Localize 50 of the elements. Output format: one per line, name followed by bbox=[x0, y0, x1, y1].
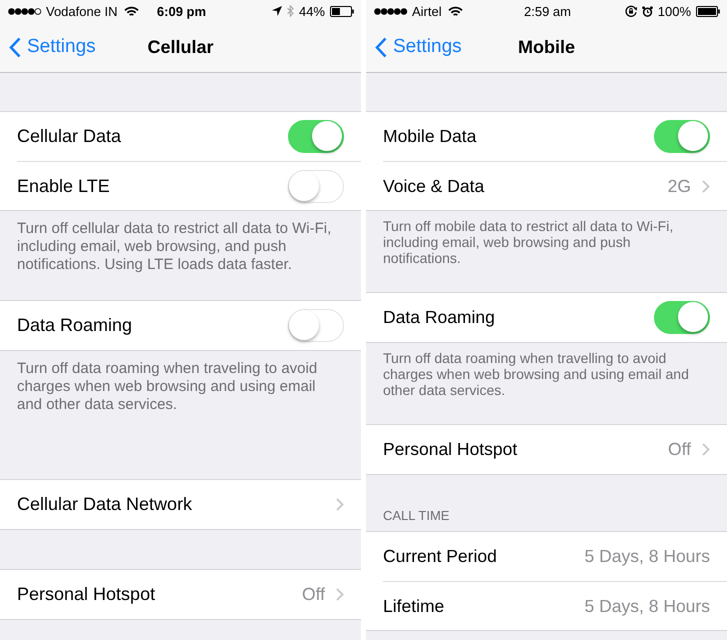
row-label: Personal Hotspot bbox=[383, 439, 518, 460]
carrier-name: Airtel bbox=[412, 4, 442, 18]
row-label: Cellular Data Network bbox=[17, 494, 194, 515]
back-button[interactable]: Settings bbox=[366, 36, 462, 58]
chevron-left-icon bbox=[9, 36, 21, 58]
battery-icon bbox=[696, 6, 721, 16]
row-label: Current Period bbox=[383, 546, 498, 567]
carrier-name: Vodafone IN bbox=[46, 4, 118, 18]
chevron-right-icon bbox=[336, 588, 344, 601]
row-value: 2G bbox=[668, 176, 691, 196]
row-label: Lifetime bbox=[383, 596, 446, 616]
row-value: Off bbox=[302, 584, 325, 605]
back-button[interactable]: Settings bbox=[0, 36, 96, 58]
chevron-right-icon bbox=[702, 443, 710, 456]
row-label: Voice & Data bbox=[383, 176, 486, 196]
chevron-right-icon bbox=[336, 498, 344, 511]
location-arrow-icon bbox=[272, 6, 282, 16]
rotation-lock-icon bbox=[624, 5, 637, 17]
screen-title: Mobile bbox=[518, 36, 575, 58]
wifi-icon bbox=[448, 6, 463, 16]
row-label: Cellular Data bbox=[17, 126, 122, 147]
row-value: 5 Days, 8 Hours bbox=[584, 596, 710, 616]
toggle-switch[interactable] bbox=[288, 309, 344, 342]
toggle-switch[interactable] bbox=[288, 120, 344, 153]
toggle-switch[interactable] bbox=[654, 120, 710, 153]
alarm-clock-icon bbox=[642, 6, 653, 16]
section-header: CALL TIME bbox=[382, 508, 450, 525]
toggle-switch[interactable] bbox=[288, 170, 344, 202]
footer-note: Turn off mobile data to restrict all data to Wi-Fi, including email, web browsing and push notifications. bbox=[382, 217, 674, 268]
toggle-switch[interactable] bbox=[654, 301, 710, 334]
row-label: Personal Hotspot bbox=[17, 584, 156, 605]
battery-icon bbox=[330, 6, 355, 16]
row-value: 5 Days, 8 Hours bbox=[584, 546, 710, 567]
footer-note: Turn off data roaming when travelling to avoid charges when web browsing and using email and other data services. bbox=[382, 349, 690, 400]
row-label: Data Roaming bbox=[17, 315, 134, 336]
row-label: Enable LTE bbox=[17, 176, 111, 196]
status-time: 6:09 pm bbox=[156, 4, 206, 18]
row-value: Off bbox=[668, 439, 691, 460]
wifi-icon bbox=[124, 6, 139, 16]
chevron-left-icon bbox=[375, 36, 387, 58]
bluetooth-icon bbox=[286, 5, 294, 17]
screen-title: Cellular bbox=[147, 36, 214, 58]
status-time: 2:59 am bbox=[524, 4, 571, 18]
row-label: Data Roaming bbox=[383, 307, 496, 328]
battery-percent: 44% bbox=[298, 4, 325, 18]
chevron-right-icon bbox=[702, 180, 710, 192]
row-label: Mobile Data bbox=[383, 126, 478, 147]
footer-note: Turn off cellular data to restrict all data to Wi-Fi, including email, web browsing, and push notifications. Using LTE loads data faster. bbox=[16, 219, 332, 275]
footer-note: Turn off data roaming when traveling to avoid charges when web browsing and using email and other data services. bbox=[16, 359, 318, 415]
battery-percent: 100% bbox=[658, 4, 691, 18]
